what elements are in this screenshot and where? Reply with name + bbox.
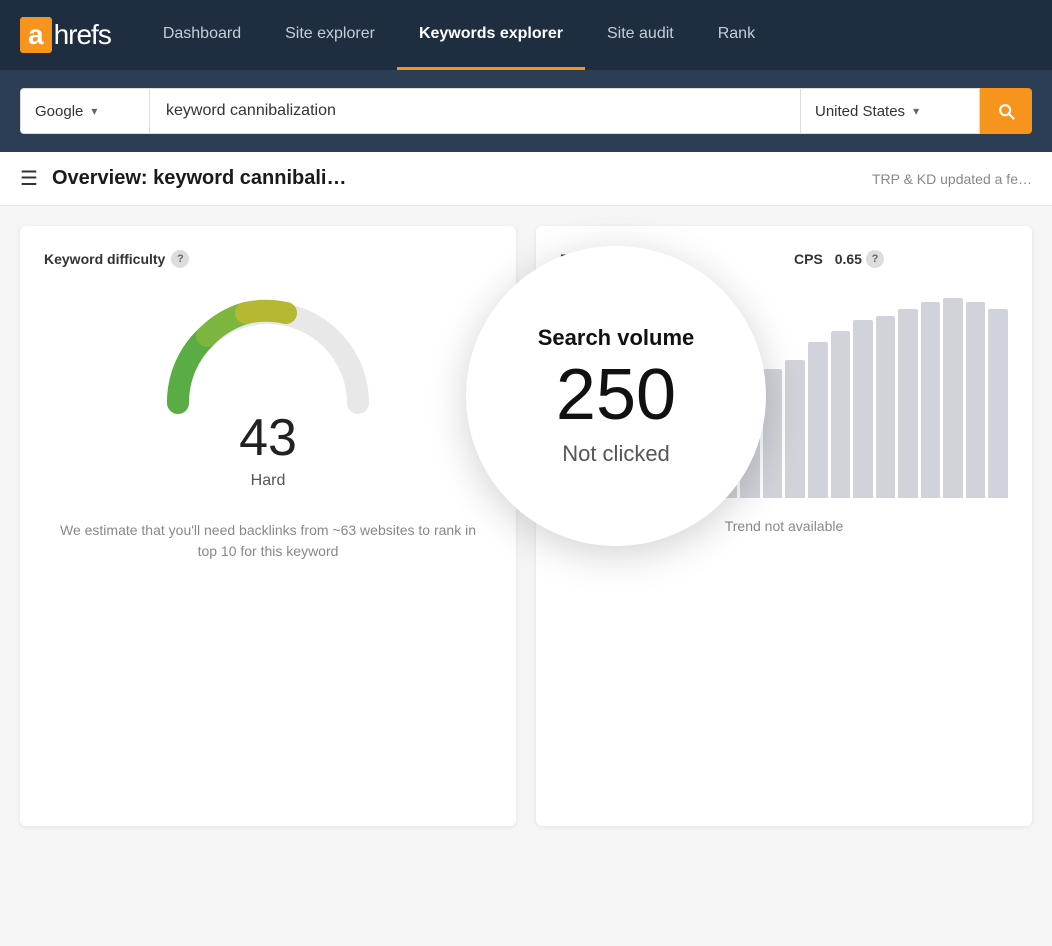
keyword-input[interactable] (150, 88, 800, 134)
chart-bar (943, 298, 963, 498)
popup-sub: Not clicked (562, 441, 670, 467)
kd-description: We estimate that you'll need backlinks f… (44, 520, 492, 562)
chart-bar (966, 302, 986, 498)
kd-help-icon[interactable]: ? (171, 250, 189, 268)
chart-bar (988, 309, 1008, 498)
chart-bar (785, 360, 805, 498)
nav-site-explorer[interactable]: Site explorer (263, 0, 397, 70)
engine-label: Google (35, 103, 83, 120)
engine-dropdown[interactable]: Google ▾ (20, 88, 150, 134)
chart-bar (831, 331, 851, 498)
cps-help-icon[interactable]: ? (866, 250, 884, 268)
chart-bar (921, 302, 941, 498)
nav-rank[interactable]: Rank (696, 0, 777, 70)
chart-bar (876, 316, 896, 498)
update-notice: TRP & KD updated a fe… (872, 171, 1032, 187)
nav-keywords-explorer[interactable]: Keywords explorer (397, 0, 585, 70)
search-bar: Google ▾ United States ▾ (0, 70, 1052, 152)
logo-a: a (20, 17, 52, 53)
chart-bar (898, 309, 918, 498)
kd-value: 43 (239, 408, 297, 468)
page-header: ☰ Overview: keyword cannibali… TRP & KD … (0, 152, 1052, 206)
kd-label: Keyword difficulty ? (44, 250, 492, 268)
page-title: Overview: keyword cannibali… (52, 167, 347, 190)
country-chevron-icon: ▾ (913, 104, 919, 118)
chart-bar (853, 320, 873, 498)
main-content: Keyword difficulty ? 43 Hard We estimate… (0, 206, 1052, 846)
engine-chevron-icon: ▾ (91, 104, 135, 118)
gauge-chart (158, 288, 378, 418)
navbar: a hrefs Dashboard Site explorer Keywords… (0, 0, 1052, 70)
country-label: United States (815, 103, 905, 120)
search-icon (996, 101, 1016, 121)
hamburger-menu[interactable]: ☰ (20, 166, 38, 191)
popup-title: Search volume (538, 325, 695, 351)
popup-value: 250 (556, 359, 676, 431)
search-volume-popup: Search volume 250 Not clicked (466, 246, 766, 546)
logo-hrefs: hrefs (54, 19, 111, 51)
nav-links: Dashboard Site explorer Keywords explore… (141, 0, 777, 70)
country-dropdown[interactable]: United States ▾ (800, 88, 980, 134)
keyword-difficulty-card: Keyword difficulty ? 43 Hard We estimate… (20, 226, 516, 826)
cps-metric: CPS 0.65 ? (794, 250, 1008, 268)
nav-dashboard[interactable]: Dashboard (141, 0, 263, 70)
chart-bar (808, 342, 828, 498)
kd-difficulty-label: Hard (251, 472, 286, 490)
gauge-container: 43 Hard (44, 288, 492, 490)
nav-site-audit[interactable]: Site audit (585, 0, 696, 70)
logo[interactable]: a hrefs (20, 17, 111, 53)
search-button[interactable] (980, 88, 1032, 134)
cps-value: CPS 0.65 ? (794, 250, 1008, 268)
